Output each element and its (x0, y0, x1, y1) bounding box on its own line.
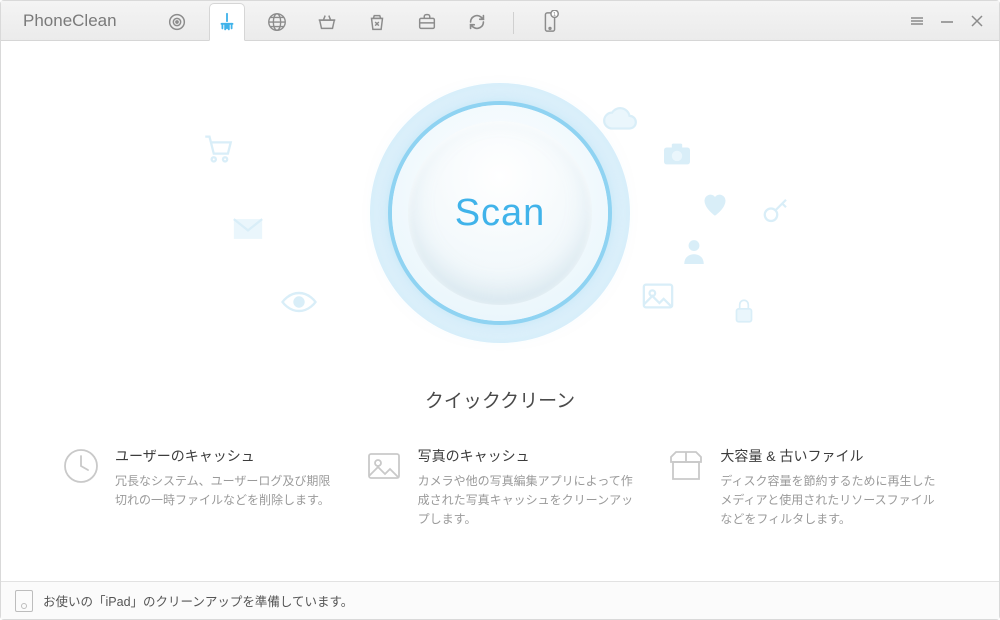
photo-icon (364, 446, 404, 486)
feature-large-old-files: 大容量 & 古いファイル ディスク容量を節約するために再生したメディアと使用され… (666, 446, 939, 530)
refresh-icon (466, 11, 488, 33)
mail-icon (231, 216, 265, 247)
recycle-icon (366, 11, 388, 33)
briefcase-icon (416, 11, 438, 33)
titlebar: PhoneClean (1, 1, 999, 41)
window-minimize-button[interactable] (939, 13, 955, 29)
tablet-icon (15, 590, 33, 612)
feature-photo-cache: 写真のキャッシュ カメラや他の写真編集アプリによって作成された写真キャッシュをク… (364, 446, 637, 530)
feature-desc: カメラや他の写真編集アプリによって作成された写真キャッシュをクリーンアップします… (418, 472, 637, 530)
camera-icon (661, 141, 693, 172)
toolbar-globe-button[interactable] (259, 4, 295, 40)
scan-button-label: Scan (455, 192, 546, 235)
toolbar-toolbox-button[interactable] (409, 4, 445, 40)
feature-body: ユーザーのキャッシュ 冗長なシステム、ユーザーログ及び期限切れの一時ファイルなど… (115, 446, 334, 530)
window-menu-button[interactable] (909, 13, 925, 29)
main-area: Scan クイッククリーン ユーザーのキャッシュ 冗長なシステム、ユーザーログ及… (1, 41, 999, 581)
toolbar-basket-button[interactable] (309, 4, 345, 40)
globe-icon (266, 11, 288, 33)
key-icon (761, 196, 791, 231)
toolbar: 1 (139, 1, 568, 40)
clean-brush-icon (216, 11, 238, 33)
feature-body: 写真のキャッシュ カメラや他の写真編集アプリによって作成された写真キャッシュをク… (418, 446, 637, 530)
feature-user-cache: ユーザーのキャッシュ 冗長なシステム、ユーザーログ及び期限切れの一時ファイルなど… (61, 446, 334, 530)
toolbar-clean-button[interactable] (209, 3, 245, 41)
target-icon (166, 11, 188, 33)
feature-desc: ディスク容量を節約するために再生したメディアと使用されたリソースファイルなどをフ… (720, 472, 939, 530)
toolbar-separator (513, 12, 514, 34)
toolbar-device-button[interactable]: 1 (532, 4, 568, 40)
picture-icon (641, 281, 675, 316)
feature-title: ユーザーのキャッシュ (115, 446, 334, 466)
feature-desc: 冗長なシステム、ユーザーログ及び期限切れの一時ファイルなどを削除します。 (115, 472, 334, 510)
user-icon (681, 236, 707, 271)
feature-title: 大容量 & 古いファイル (720, 446, 939, 466)
eye-icon (281, 291, 317, 318)
box-icon (666, 446, 706, 486)
statusbar: お使いの「iPad」のクリーンアップを準備しています。 (1, 581, 999, 619)
toolbar-recycle-button[interactable] (359, 4, 395, 40)
cart-icon (201, 131, 235, 170)
heart-icon (701, 191, 729, 222)
scan-button[interactable]: Scan (408, 121, 592, 305)
features-row: ユーザーのキャッシュ 冗長なシステム、ユーザーログ及び期限切れの一時ファイルなど… (61, 446, 939, 530)
feature-body: 大容量 & 古いファイル ディスク容量を節約するために再生したメディアと使用され… (720, 446, 939, 530)
basket-icon (316, 11, 338, 33)
toolbar-refresh-button[interactable] (459, 4, 495, 40)
window-close-button[interactable] (969, 13, 985, 29)
lock-icon (731, 296, 757, 331)
svg-text:1: 1 (553, 12, 556, 18)
section-title: クイッククリーン (1, 386, 999, 413)
clock-icon (61, 446, 101, 486)
feature-title: 写真のキャッシュ (418, 446, 637, 466)
window-controls (909, 13, 999, 29)
status-text: お使いの「iPad」のクリーンアップを準備しています。 (43, 591, 353, 610)
toolbar-target-button[interactable] (159, 4, 195, 40)
device-icon: 1 (539, 10, 561, 34)
scan-button-wrap: Scan (370, 83, 630, 343)
app-title: PhoneClean (1, 11, 139, 31)
